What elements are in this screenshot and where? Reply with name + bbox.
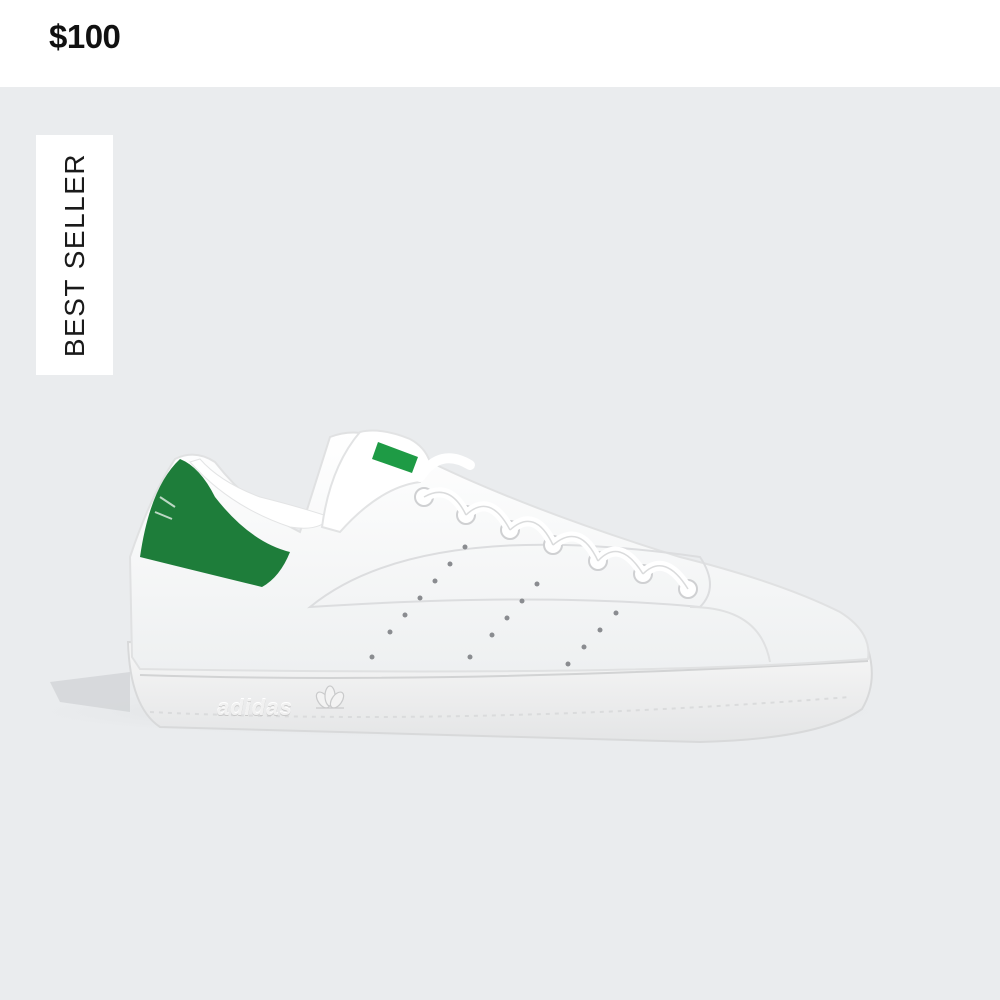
sole-logo-text: adidas (217, 695, 293, 720)
product-image[interactable]: adidas BEST SELLER (0, 87, 1000, 1000)
product-price: $100 (49, 18, 121, 55)
product-header: $100 (0, 0, 1000, 87)
shoe-illustration (30, 429, 890, 744)
badge-label: BEST SELLER (58, 152, 90, 358)
best-seller-badge: BEST SELLER (36, 135, 113, 375)
